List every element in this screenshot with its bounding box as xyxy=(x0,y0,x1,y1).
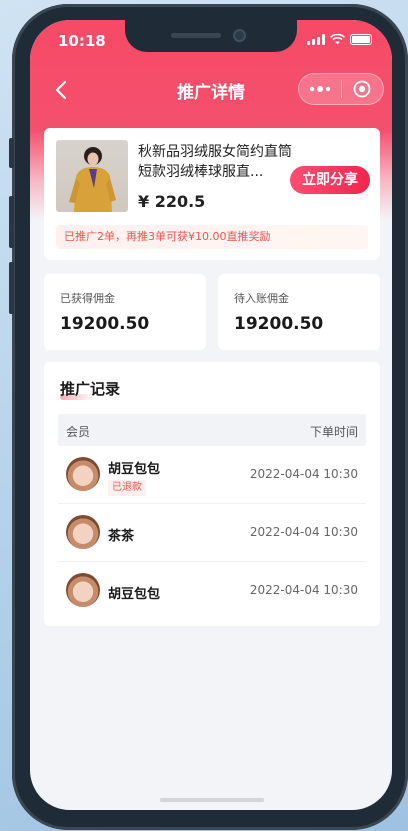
pending-commission-value: 19200.50 xyxy=(234,314,324,334)
front-camera xyxy=(233,29,246,42)
product-image xyxy=(56,140,128,212)
product-title: 秋新品羽绒服女简约直筒短款羽绒棒球服直... xyxy=(138,144,292,180)
phone-volume-down xyxy=(9,262,14,314)
nav-bar: 推广详情 xyxy=(30,68,392,112)
status-time: 10:18 xyxy=(58,32,106,50)
speaker xyxy=(171,33,221,38)
product-card[interactable]: 秋新品羽绒服女简约直筒短款羽绒棒球服直... ¥ 220.5 立即分享 已推广2… xyxy=(44,128,380,260)
member-name: 胡豆包包 xyxy=(108,462,161,477)
pending-commission-card: 待入账佣金 19200.50 xyxy=(218,274,380,350)
table-row[interactable]: 胡豆包包 2022-04-04 10:30 xyxy=(58,562,366,620)
notch xyxy=(125,20,297,52)
signal-icon xyxy=(307,34,325,45)
phone-side-button xyxy=(9,138,14,168)
refunded-badge: 已退款 xyxy=(108,480,146,496)
member-name: 茶茶 xyxy=(108,529,135,544)
promo-reward-tip: 已推广2单，再推3单可获¥10.00直推奖励 xyxy=(56,225,368,249)
phone-volume-up xyxy=(9,196,14,248)
earned-commission-value: 19200.50 xyxy=(60,314,150,334)
app-screen: 10:18 推广详情 秋新品羽绒服女简约直筒短款羽绒棒球服直... ¥ 220.… xyxy=(30,20,392,810)
records-title: 推广记录 xyxy=(60,380,121,398)
order-time-column-header: 下单时间 xyxy=(309,425,358,439)
member-column-header: 会员 xyxy=(66,425,91,439)
wifi-icon xyxy=(330,34,345,45)
target-circle-icon xyxy=(353,80,371,98)
pending-commission-label: 待入账佣金 xyxy=(234,292,289,305)
home-indicator[interactable] xyxy=(160,798,264,802)
miniprogram-capsule xyxy=(298,73,384,105)
close-miniprogram-button[interactable] xyxy=(342,74,384,104)
avatar xyxy=(66,515,100,549)
earned-commission-card: 已获得佣金 19200.50 xyxy=(44,274,206,350)
share-now-button[interactable]: 立即分享 xyxy=(290,166,370,194)
battery-icon xyxy=(350,34,372,45)
member-name: 胡豆包包 xyxy=(108,587,161,602)
avatar xyxy=(66,457,100,491)
earned-commission-label: 已获得佣金 xyxy=(60,292,115,305)
table-row[interactable]: 茶茶 2022-04-04 10:30 xyxy=(58,504,366,562)
more-dots-icon xyxy=(309,86,330,92)
order-time: 2022-04-04 10:30 xyxy=(249,583,358,597)
more-button[interactable] xyxy=(299,74,341,104)
order-time: 2022-04-04 10:30 xyxy=(249,467,358,481)
order-time: 2022-04-04 10:30 xyxy=(249,525,358,539)
status-icons xyxy=(307,34,372,45)
records-table-header: 会员 下单时间 xyxy=(58,414,366,446)
table-row[interactable]: 胡豆包包 已退款 2022-04-04 10:30 xyxy=(58,446,366,504)
product-price: ¥ 220.5 xyxy=(138,192,206,211)
avatar xyxy=(66,573,100,607)
promotion-records-card: 推广记录 会员 下单时间 胡豆包包 已退款 2022-04-04 10:30 茶… xyxy=(44,362,380,626)
